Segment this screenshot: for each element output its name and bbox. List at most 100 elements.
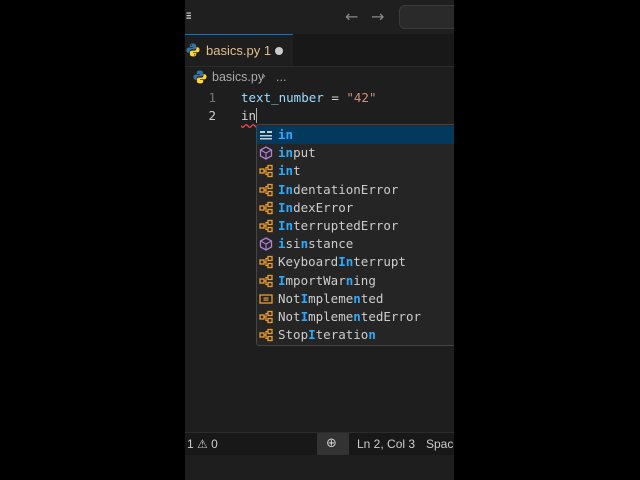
typed-text: in <box>241 108 257 123</box>
suggestion-text: mpleme <box>308 290 354 306</box>
keyword-icon <box>259 128 273 142</box>
line-number: 2 <box>208 108 216 123</box>
suggestion-text: put <box>293 145 316 161</box>
suggestion-widget: in input int IndentationError IndexError Inte… <box>256 124 454 346</box>
suggestion-text: mportWar <box>285 272 346 288</box>
back-arrow-icon[interactable]: ← <box>345 7 358 26</box>
function-icon <box>259 237 273 251</box>
forward-arrow-icon[interactable]: → <box>371 7 384 26</box>
zoom-icon: ⊕ <box>326 436 337 451</box>
code-line[interactable]: text_number = "42" <box>241 90 376 105</box>
match-highlight: I <box>308 327 316 343</box>
zoom-button[interactable]: ⊕ <box>317 433 349 455</box>
match-highlight: I <box>278 272 286 288</box>
match-highlight: in <box>278 145 294 161</box>
indentation-setting[interactable]: Spaces: 4 <box>426 437 454 451</box>
string-token: "42" <box>346 90 377 105</box>
breadcrumb-symbols[interactable]: ... <box>276 70 286 84</box>
match-highlight: i <box>278 236 286 252</box>
constant-icon <box>259 292 273 306</box>
suggestion-label: int <box>278 163 301 179</box>
chevron-right-icon: › <box>261 69 267 84</box>
suggestion-item[interactable]: isinstance <box>257 235 454 253</box>
suggestion-text: tedError <box>360 309 422 324</box>
status-bar: 1 ⚠ 0 ⊕ Ln 2, Col 3 Spaces: 4 <box>185 432 454 455</box>
breadcrumb: basics.py › ... <box>185 66 454 88</box>
class-icon <box>259 201 273 215</box>
suggestion-text: Stop <box>278 327 309 343</box>
suggestion-text: terrupt <box>353 254 406 270</box>
suggestion-text: teratio <box>315 327 369 343</box>
title-bar: ≡ ← → <box>185 0 454 34</box>
class-icon <box>259 219 273 233</box>
warning-icon: ⚠ <box>197 437 208 451</box>
suggestion-label: InterruptedError <box>278 218 398 234</box>
match-highlight: n <box>300 236 309 252</box>
suggestion-label: NotImplementedError <box>278 309 421 325</box>
suggestion-text: t <box>293 163 301 179</box>
command-center-search[interactable] <box>399 5 454 29</box>
unsaved-dot-icon[interactable] <box>275 47 283 55</box>
menu-icon[interactable]: ≡ <box>185 9 191 23</box>
class-icon <box>259 310 273 324</box>
suggestion-label: StopIteration <box>278 327 376 343</box>
breadcrumb-file[interactable]: basics.py <box>212 70 264 84</box>
match-highlight: I <box>300 309 309 324</box>
suggestion-item[interactable]: in <box>257 126 454 144</box>
class-icon <box>259 183 273 197</box>
suggestion-text: Not <box>278 309 301 324</box>
suggestion-item[interactable]: NotImplementedError <box>257 308 454 326</box>
match-highlight: I <box>300 290 309 306</box>
tab-basics-py[interactable]: basics.py 1 <box>185 34 293 66</box>
suggestion-label: isinstance <box>278 236 353 252</box>
suggestion-item[interactable]: int <box>257 162 454 180</box>
text-cursor <box>256 108 258 123</box>
editor-window: ≡ ← → basics.py 1 basics.py › ... 1 text… <box>185 0 454 480</box>
match-highlight: In <box>278 199 294 215</box>
match-highlight: in <box>278 163 294 179</box>
variable-token: text_number <box>241 90 324 105</box>
suggestion-text: dexError <box>293 199 354 215</box>
suggestion-item[interactable]: KeyboardInterrupt <box>257 253 454 271</box>
suggestion-item[interactable]: input <box>257 144 454 162</box>
suggestion-item[interactable]: IndexError <box>257 199 454 217</box>
class-icon <box>259 328 273 342</box>
problems-indicator[interactable]: 1 ⚠ 0 <box>187 437 218 451</box>
suggestion-label: IndentationError <box>278 182 398 198</box>
match-highlight: n <box>368 327 376 343</box>
suggestion-item[interactable]: ImportWarning <box>257 272 454 290</box>
suggestion-item[interactable]: StopIteration <box>257 326 454 344</box>
match-highlight: n <box>353 290 361 306</box>
operator-token: = <box>323 90 347 105</box>
suggestion-item[interactable]: InterruptedError <box>257 217 454 235</box>
cursor-position[interactable]: Ln 2, Col 3 <box>357 437 415 451</box>
class-icon <box>259 255 273 269</box>
code-line[interactable]: in <box>241 108 258 123</box>
suggestion-label: IndexError <box>278 200 353 216</box>
match-highlight: n <box>353 309 361 324</box>
tab-bar: basics.py 1 <box>185 34 454 67</box>
suggestion-label: ImportWarning <box>278 273 376 289</box>
suggestion-text: ing <box>353 272 376 288</box>
suggestion-text: stance <box>308 236 354 252</box>
tab-label: basics.py 1 <box>206 43 272 58</box>
match-highlight: In <box>278 181 294 197</box>
python-file-icon <box>193 70 207 84</box>
suggestion-text: mpleme <box>308 309 354 324</box>
class-icon <box>259 274 273 288</box>
match-highlight: in <box>278 127 294 142</box>
suggestion-item[interactable]: IndentationError <box>257 181 454 199</box>
match-highlight: In <box>338 254 354 270</box>
python-file-icon <box>186 43 200 57</box>
suggestion-text: dentationError <box>293 181 399 197</box>
suggestion-text: Keyboard <box>278 254 339 270</box>
line-number: 1 <box>208 90 216 105</box>
match-highlight: In <box>278 218 294 233</box>
function-icon <box>259 146 273 160</box>
suggestion-label: KeyboardInterrupt <box>278 254 406 270</box>
suggestion-text: ted <box>360 290 384 306</box>
suggestion-label: in <box>278 127 293 143</box>
suggestion-text: terruptedError <box>293 218 399 233</box>
suggestion-item[interactable]: NotImplemented <box>257 290 454 308</box>
suggestion-label: input <box>278 145 316 161</box>
